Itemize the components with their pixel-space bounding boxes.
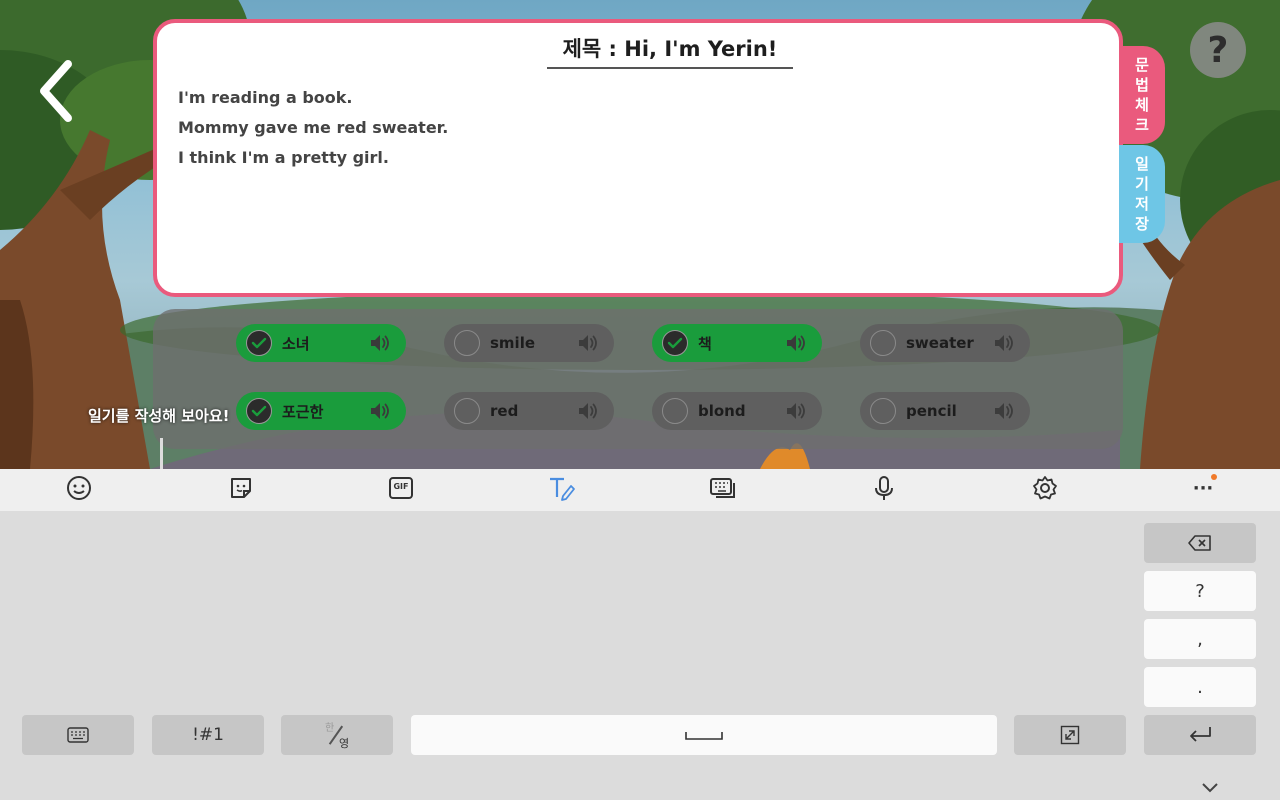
keyboard-toolbar — [0, 469, 1280, 511]
space-key[interactable] — [411, 715, 997, 755]
checkbox-empty-icon[interactable] — [454, 330, 480, 356]
microphone-icon[interactable] — [869, 473, 899, 503]
save-diary-tab[interactable]: 일기저장 — [1119, 145, 1165, 243]
diary-title: 제목 : Hi, I'm Yerin! — [547, 33, 793, 69]
settings-icon[interactable] — [1030, 473, 1060, 503]
diary-line: Mommy gave me red sweater. — [178, 118, 449, 137]
notification-dot — [1211, 474, 1217, 480]
grammar-check-tab[interactable]: 문법체크 — [1119, 46, 1165, 144]
hint-label: 일기를 작성해 보아요! — [88, 407, 230, 425]
word-chip[interactable]: red — [444, 392, 614, 430]
enter-key[interactable] — [1144, 715, 1256, 755]
speaker-icon[interactable] — [576, 332, 600, 354]
word-chip[interactable]: 포근한 — [236, 392, 406, 430]
diary-line: I think I'm a pretty girl. — [178, 148, 389, 167]
sticker-icon[interactable] — [226, 473, 256, 503]
emoji-icon[interactable] — [64, 473, 94, 503]
period-key[interactable]: . — [1144, 667, 1256, 707]
checkmark-icon[interactable] — [246, 330, 272, 356]
comma-key[interactable]: , — [1144, 619, 1256, 659]
word-chip-label: 책 — [698, 334, 712, 353]
space-icon — [685, 732, 723, 740]
checkbox-empty-icon[interactable] — [870, 330, 896, 356]
question-key[interactable]: ? — [1144, 571, 1256, 611]
speaker-icon[interactable] — [992, 400, 1016, 422]
resize-key[interactable] — [1014, 715, 1126, 755]
speaker-icon[interactable] — [368, 332, 392, 354]
help-button[interactable]: ? — [1190, 22, 1246, 78]
checkbox-empty-icon[interactable] — [662, 398, 688, 424]
word-chip[interactable]: 책 — [652, 324, 822, 362]
enter-icon — [1190, 727, 1211, 742]
speaker-icon[interactable] — [784, 332, 808, 354]
diary-text-area[interactable]: I'm reading a book. Mommy gave me red sw… — [178, 83, 448, 173]
speaker-icon[interactable] — [784, 400, 808, 422]
word-chip-label: smile — [490, 334, 536, 352]
word-chip-label: red — [490, 402, 519, 420]
speaker-icon[interactable] — [992, 332, 1016, 354]
word-chip-label: pencil — [906, 402, 957, 420]
word-chip-label: 소녀 — [282, 334, 310, 353]
checkmark-icon[interactable] — [662, 330, 688, 356]
language-toggle-key[interactable]: 한 영 — [281, 715, 393, 755]
keyboard-icon — [67, 727, 89, 743]
word-chip-label: blond — [698, 402, 746, 420]
backspace-key[interactable] — [1144, 523, 1256, 563]
grammar-check-label: 문법체크 — [1135, 56, 1149, 134]
keyboard-body — [0, 511, 1280, 800]
diary-line: I'm reading a book. — [178, 88, 353, 107]
handwriting-icon[interactable] — [547, 473, 577, 503]
checkmark-icon[interactable] — [246, 398, 272, 424]
word-chip-label: sweater — [906, 334, 974, 352]
keyboard-layout-key[interactable] — [22, 715, 134, 755]
symbols-key[interactable]: !#1 — [152, 715, 264, 755]
expand-icon — [1060, 725, 1080, 745]
word-chip[interactable]: pencil — [860, 392, 1030, 430]
gif-icon[interactable]: GIF — [386, 473, 416, 503]
word-chip[interactable]: sweater — [860, 324, 1030, 362]
word-chip-label: 포근한 — [282, 402, 324, 421]
back-button[interactable] — [34, 58, 82, 124]
word-chip[interactable]: smile — [444, 324, 614, 362]
speaker-icon[interactable] — [368, 400, 392, 422]
word-chip[interactable]: blond — [652, 392, 822, 430]
keyboard-mode-icon[interactable] — [708, 473, 738, 503]
chevron-down-icon[interactable] — [1199, 779, 1221, 795]
checkbox-empty-icon[interactable] — [870, 398, 896, 424]
chevron-left-icon — [40, 60, 72, 122]
word-chip[interactable]: 소녀 — [236, 324, 406, 362]
checkbox-empty-icon[interactable] — [454, 398, 480, 424]
backspace-icon — [1188, 535, 1211, 551]
speaker-icon[interactable] — [576, 400, 600, 422]
lang-top-label: 한 — [325, 723, 335, 734]
lang-bottom-label: 영 — [339, 737, 350, 750]
diary-card: 제목 : Hi, I'm Yerin! I'm reading a book. … — [153, 19, 1123, 297]
save-diary-label: 일기저장 — [1135, 155, 1149, 233]
gif-label: GIF — [393, 482, 409, 491]
